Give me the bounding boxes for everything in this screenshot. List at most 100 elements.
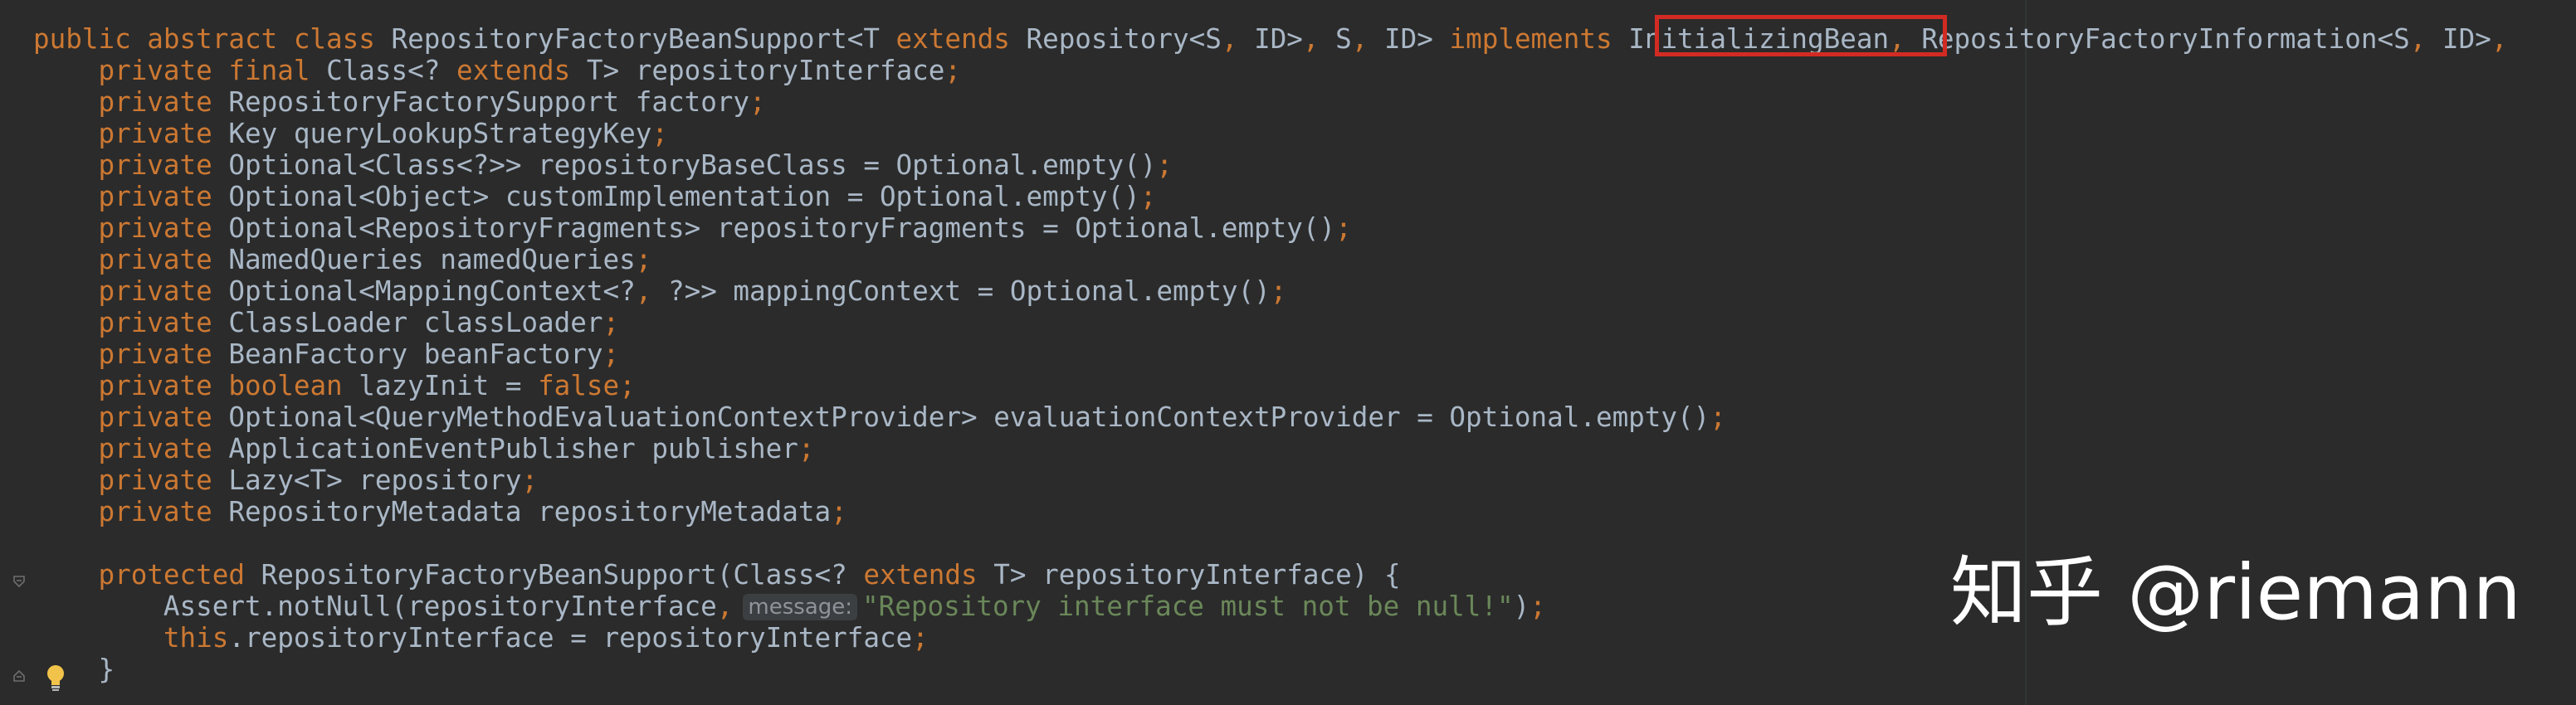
code-token: ()	[1107, 181, 1140, 212]
code-token: BeanFactory beanFactory	[228, 338, 603, 370]
code-line[interactable]: private boolean lazyInit = false;	[33, 370, 2507, 401]
code-token: ;	[798, 433, 815, 464]
code-line[interactable]: private BeanFactory beanFactory;	[33, 338, 2507, 370]
code-line[interactable]: private Lazy<T> repository;	[33, 464, 2507, 496]
code-token: ()	[1124, 149, 1157, 181]
keyword-token: private	[98, 464, 229, 496]
code-line[interactable]: private final Class<? extends T> reposit…	[33, 55, 2507, 86]
keyword-token: extends	[863, 559, 994, 591]
code-token: T> repositoryInterface	[586, 55, 945, 86]
keyword-token: private	[98, 181, 229, 212]
code-token: T> repositoryInterface) {	[993, 559, 1401, 591]
code-token: Class<?	[326, 55, 456, 86]
code-token: ()	[1677, 401, 1710, 433]
code-line[interactable]: private RepositoryMetadata repositoryMet…	[33, 496, 2507, 528]
string-token: "Repository interface must not be null!"	[862, 591, 1514, 622]
code-token: ClassLoader classLoader	[228, 307, 603, 338]
code-token: ;	[619, 370, 636, 401]
code-line[interactable]: private Key queryLookupStrategyKey;	[33, 118, 2507, 149]
fold-icon[interactable]	[12, 669, 27, 683]
keyword-token: private	[98, 338, 229, 370]
code-token: ,	[1221, 23, 1255, 55]
code-token: ID>	[2442, 23, 2491, 55]
keyword-token: protected	[98, 559, 261, 591]
highlight-box	[1655, 15, 1947, 56]
code-line[interactable]: private NamedQueries namedQueries;	[33, 244, 2507, 275]
code-token: empty	[1042, 149, 1125, 181]
code-token: NamedQueries namedQueries	[228, 244, 636, 275]
keyword-token: private	[98, 433, 229, 464]
code-token: Optional<Object> customImplementation = …	[228, 181, 1027, 212]
keyword-token: private	[98, 307, 229, 338]
code-line[interactable]: private Optional<QueryMethodEvaluationCo…	[33, 401, 2507, 433]
code-token: .repositoryInterface = repositoryInterfa…	[228, 622, 913, 654]
code-token: RepositoryFactoryBeanSupport(Class<?	[261, 559, 864, 591]
code-token: ;	[1270, 275, 1287, 307]
code-line[interactable]: }	[33, 654, 2507, 685]
keyword-token: false	[538, 370, 620, 401]
code-line[interactable]: private RepositoryFactorySupport factory…	[33, 86, 2507, 118]
code-token: ,	[2491, 23, 2508, 55]
code-token: empty	[1156, 275, 1238, 307]
code-token: S	[1335, 23, 1352, 55]
code-token: Optional<Class<?>> repositoryBaseClass =…	[228, 149, 1043, 181]
code-token: ;	[635, 244, 652, 275]
code-token: ;	[1139, 181, 1157, 212]
code-token: Repository<S	[1026, 23, 1222, 55]
keyword-token: private	[98, 401, 229, 433]
watermark: 知乎 @riemann	[1950, 548, 2521, 637]
code-line[interactable]: private Optional<Class<?>> repositoryBas…	[33, 149, 2507, 181]
code-token: ;	[521, 464, 539, 496]
code-token: (repositoryInterface	[391, 591, 717, 622]
code-line[interactable]: private ApplicationEventPublisher publis…	[33, 433, 2507, 464]
parameter-hint: message:	[743, 594, 858, 620]
code-token: Lazy<T> repository	[228, 464, 522, 496]
code-line[interactable]: private Optional<MappingContext<?, ?>> m…	[33, 275, 2507, 307]
code-token: }	[33, 654, 115, 685]
code-token: ;	[1710, 401, 1726, 433]
fold-icon[interactable]	[12, 574, 27, 589]
code-token: Optional<QueryMethodEvaluationContextPro…	[228, 401, 1596, 433]
code-line[interactable]: public abstract class RepositoryFactoryB…	[33, 23, 2507, 55]
code-token: ()	[1302, 212, 1336, 244]
keyword-token: private boolean	[98, 370, 359, 401]
keyword-token: private	[98, 149, 229, 181]
editor-gutter[interactable]	[0, 0, 30, 705]
code-token: ID>	[1384, 23, 1450, 55]
code-token: empty	[1026, 181, 1108, 212]
keyword-token: extends	[895, 23, 1027, 55]
code-token: notNull	[277, 591, 392, 622]
code-token: Key queryLookupStrategyKey	[228, 118, 652, 149]
code-token: Optional<RepositoryFragments> repository…	[228, 212, 1222, 244]
code-token: ;	[603, 338, 620, 370]
keyword-token: private	[98, 86, 229, 118]
keyword-token: implements	[1449, 23, 1629, 55]
code-line[interactable]: private Optional<RepositoryFragments> re…	[33, 212, 2507, 244]
code-line[interactable]: private ClassLoader classLoader;	[33, 307, 2507, 338]
code-token: ;	[749, 86, 766, 118]
code-editor[interactable]: public abstract class RepositoryFactoryB…	[0, 0, 2576, 705]
keyword-token: extends	[456, 55, 587, 86]
code-token: ;	[1335, 212, 1352, 244]
code-token: ?>> mappingContext = Optional.	[667, 275, 1157, 307]
code-token: )	[1513, 591, 1530, 622]
code-line[interactable]: private Optional<Object> customImplement…	[33, 181, 2507, 212]
code-token: empty	[1595, 401, 1678, 433]
code-token: RepositoryMetadata repositoryMetadata	[228, 496, 832, 528]
code-token: ()	[1237, 275, 1271, 307]
code-token: ;	[603, 307, 620, 338]
code-token: ID>	[1254, 23, 1303, 55]
code-token: ;	[651, 118, 668, 149]
